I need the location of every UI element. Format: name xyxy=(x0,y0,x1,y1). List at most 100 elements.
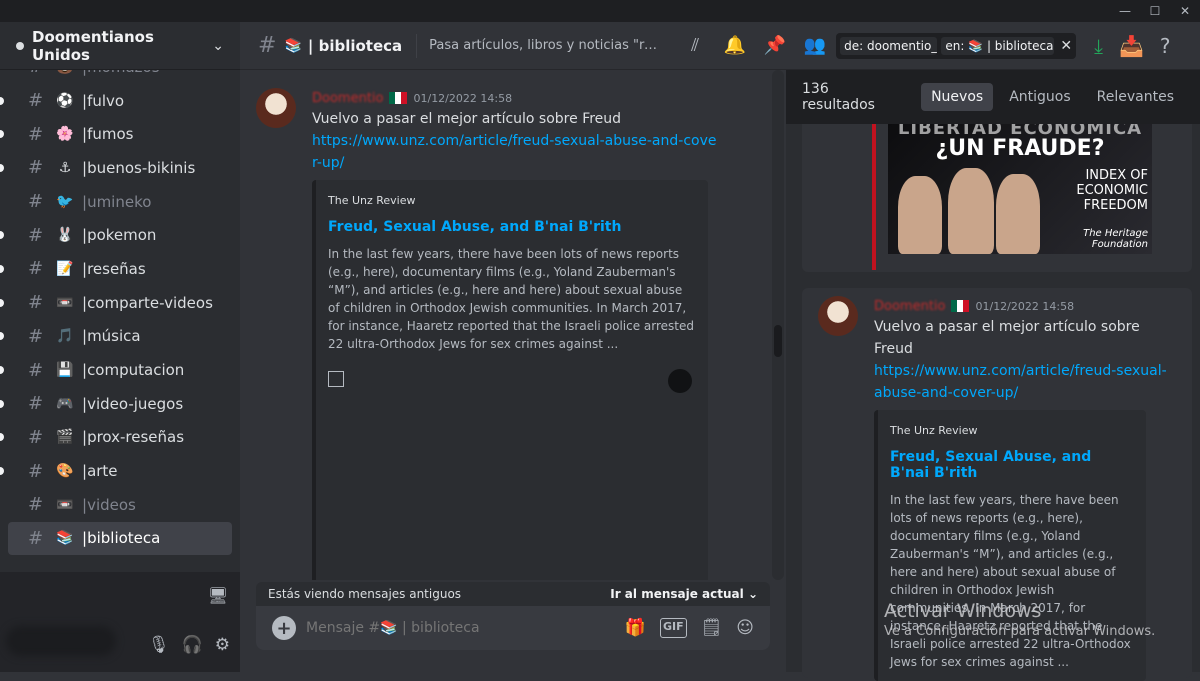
sidebar-item-computacion[interactable]: # 💾 | computacion xyxy=(0,353,232,387)
sidebar-item-video-juegos[interactable]: # 🎮 | video-juegos xyxy=(0,387,232,421)
sidebar-item-buenos-bikinis[interactable]: # ⚓ | buenos-bikinis xyxy=(0,151,232,185)
avatar[interactable] xyxy=(6,626,116,656)
channel-emoji: 📝 xyxy=(56,260,74,277)
tab-antiguos[interactable]: Antiguos xyxy=(999,83,1080,111)
unread-indicator xyxy=(0,399,4,408)
jump-to-present-button[interactable]: Ir al mensaje actual ⌄ xyxy=(610,587,758,601)
threads-icon[interactable]: ⫽ xyxy=(682,35,708,56)
message-author[interactable]: Doomentio xyxy=(874,299,945,314)
embed-title[interactable]: Freud, Sexual Abuse, and B'nai B'rith xyxy=(328,219,696,235)
minimize-icon[interactable]: — xyxy=(1110,0,1140,22)
channel-label: comparte-videos xyxy=(87,293,213,312)
channel-label: momazos xyxy=(87,70,159,76)
bell-icon[interactable]: 🔔 xyxy=(722,35,748,56)
hash-icon: # xyxy=(28,527,44,549)
server-indicator xyxy=(16,41,24,50)
message-input[interactable] xyxy=(306,620,615,636)
channel-emoji: 🌸 xyxy=(56,126,74,143)
sidebar-item-biblioteca[interactable]: # 📚 | biblioteca xyxy=(8,521,232,556)
embed-provider[interactable]: The Unz Review xyxy=(328,194,696,207)
server-header[interactable]: Doomentianos Unidos ⌄ xyxy=(0,22,240,70)
sidebar-item-umineko[interactable]: # 🐦 | umineko xyxy=(8,185,232,219)
unread-indicator xyxy=(0,298,4,307)
channel-emoji: 🎮 xyxy=(56,395,74,412)
tab-relevantes[interactable]: Relevantes xyxy=(1087,83,1184,111)
search-input[interactable]: de: doomentio_ en: 📚 | biblioteca ✕ xyxy=(836,32,1077,59)
message-link[interactable]: https://www.unz.com/article/freud-sexual… xyxy=(874,360,1174,404)
mexico-flag-icon xyxy=(951,300,970,312)
close-icon[interactable]: ✕ xyxy=(1170,0,1200,22)
screen-share-icon[interactable]: 🖥 xyxy=(208,586,228,605)
channel-sidebar: Doomentianos Unidos ⌄ #💩| momazos#⚽| ful… xyxy=(0,22,240,672)
composer-icons: 🎁 GIF 🗒 ☺ xyxy=(625,618,754,638)
maximize-icon[interactable]: ☐ xyxy=(1140,0,1170,22)
unread-indicator xyxy=(0,332,4,341)
old-messages-text: Estás viendo mensajes antiguos xyxy=(268,587,462,601)
sidebar-item-comparte-videos[interactable]: # 📼 | comparte-videos xyxy=(0,286,232,320)
sidebar-item-música[interactable]: # 🎵 | música xyxy=(0,320,232,354)
help-icon[interactable]: ? xyxy=(1160,34,1171,58)
channel-emoji: 📼 xyxy=(56,496,74,513)
video-thumbnail[interactable]: LIBERTAD ECONÓMICA ¿UN FRAUDE? INDEX OF … xyxy=(888,124,1152,254)
sidebar-item-fulvo[interactable]: # ⚽ | fulvo xyxy=(0,84,232,118)
scrollbar-thumb[interactable] xyxy=(774,325,782,357)
avatar[interactable] xyxy=(256,88,296,128)
gif-icon[interactable]: GIF xyxy=(660,618,687,638)
channel-label: arte xyxy=(87,462,118,481)
hash-icon: # xyxy=(28,90,44,112)
hash-icon: # xyxy=(28,460,44,482)
sidebar-item-videos[interactable]: # 📼 | videos xyxy=(8,488,232,522)
search-results-header: 136 resultados Nuevos Antiguos Relevante… xyxy=(786,70,1200,124)
gear-icon[interactable]: ⚙ xyxy=(215,635,230,655)
channel-label: video-juegos xyxy=(87,394,184,413)
header-right-icons: ⤓ 📥 ? xyxy=(1094,34,1170,58)
sidebar-item-fumos[interactable]: # 🌸 | fumos xyxy=(0,117,232,151)
message-link[interactable]: https://www.unz.com/article/freud-sexual… xyxy=(312,130,722,174)
hash-icon: # xyxy=(28,70,50,77)
download-icon[interactable]: ⤓ xyxy=(1094,34,1103,58)
unread-indicator xyxy=(0,163,4,172)
hash-icon: # xyxy=(28,494,44,516)
embed-accent-bar xyxy=(872,124,876,270)
sidebar-item-reseñas[interactable]: # 📝 | reseñas xyxy=(0,252,232,286)
inbox-icon[interactable]: 📥 xyxy=(1119,34,1144,58)
sidebar-item-pokemon[interactable]: # 🐰 | pokemon xyxy=(0,218,232,252)
embed-provider[interactable]: The Unz Review xyxy=(890,424,1134,437)
message-author[interactable]: Doomentio xyxy=(312,91,383,106)
hash-icon: # xyxy=(258,33,277,58)
channel-list: #💩| momazos#⚽| fulvo#🌸| fumos#⚓| buenos-… xyxy=(0,70,240,570)
tab-nuevos[interactable]: Nuevos xyxy=(921,83,994,111)
message-timestamp: 01/12/2022 14:58 xyxy=(975,299,1075,313)
sidebar-item-prox-reseñas[interactable]: # 🎬 | prox-reseñas xyxy=(0,421,232,455)
title-bar: — ☐ ✕ xyxy=(0,0,1200,22)
hash-icon: # xyxy=(28,224,44,246)
channel-topic[interactable]: Pasa artículos, libros y noticias "relev… xyxy=(429,38,664,53)
channel-label: reseñas xyxy=(87,259,146,278)
avatar[interactable] xyxy=(818,296,858,336)
hash-icon: # xyxy=(28,157,44,179)
channel-emoji: 🎨 xyxy=(56,463,74,480)
channel-emoji: 🎵 xyxy=(56,328,74,345)
embed-title[interactable]: Freud, Sexual Abuse, and B'nai B'rith xyxy=(890,449,1134,481)
clear-search-icon[interactable]: ✕ xyxy=(1060,38,1072,54)
message-header: Doomentio 01/12/2022 14:58 xyxy=(874,296,1174,316)
channel-label: videos xyxy=(87,495,136,514)
unread-indicator xyxy=(0,264,4,273)
sticker-icon[interactable]: 🗒 xyxy=(701,618,723,638)
gift-icon[interactable]: 🎁 xyxy=(625,618,646,638)
search-filter-in[interactable]: en: 📚 | biblioteca xyxy=(941,36,1055,55)
sidebar-item-arte[interactable]: # 🎨 | arte xyxy=(0,454,232,488)
microphone-icon[interactable]: 🎙 xyxy=(148,635,170,655)
search-result[interactable]: LIBERTAD ECONÓMICA ¿UN FRAUDE? INDEX OF … xyxy=(802,124,1192,272)
members-icon[interactable]: 👥 xyxy=(802,35,828,56)
channel-label: prox-reseñas xyxy=(87,428,185,447)
thumbnail-subtitle: INDEX OF ECONOMIC FREEDOM xyxy=(1076,168,1148,213)
headphones-icon[interactable]: 🎧 xyxy=(182,635,203,655)
search-filter-from[interactable]: de: doomentio_ xyxy=(840,36,938,55)
sidebar-item-momazos[interactable]: #💩| momazos xyxy=(8,70,232,84)
thumbnail-person xyxy=(948,168,994,254)
pin-icon[interactable]: 📌 xyxy=(762,35,788,56)
add-attachment-icon[interactable]: + xyxy=(272,616,296,640)
emoji-icon[interactable]: ☺ xyxy=(736,618,754,638)
channel-label: buenos-bikinis xyxy=(87,158,196,177)
